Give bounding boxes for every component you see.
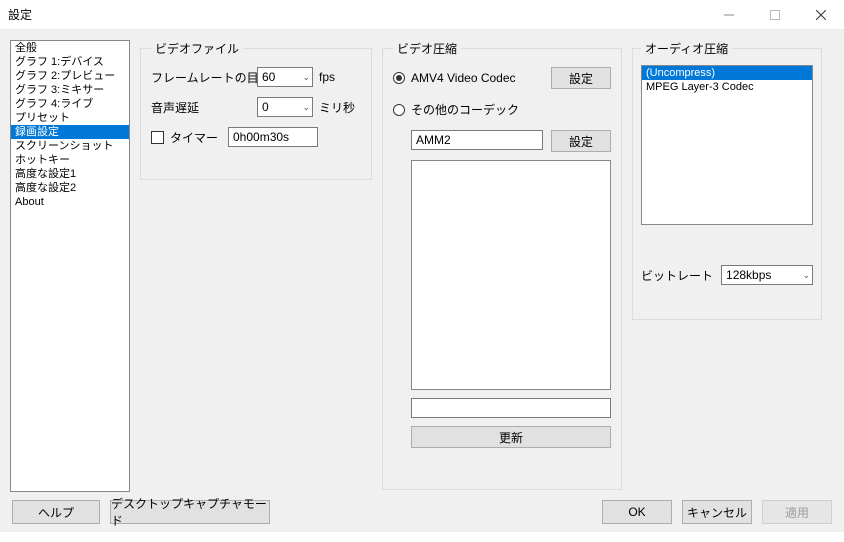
apply-button[interactable]: 適用 (762, 500, 832, 524)
chevron-down-icon: ⌄ (802, 270, 810, 281)
cancel-button[interactable]: キャンセル (682, 500, 752, 524)
sidebar-item-screenshot[interactable]: スクリーンショット (11, 139, 129, 153)
codec-option2-label: その他のコーデック (411, 101, 519, 118)
sidebar-item-graph3[interactable]: グラフ 3:ミキサー (11, 83, 129, 97)
codec-option1-radio[interactable] (393, 72, 405, 84)
sidebar-item-about[interactable]: About (11, 195, 129, 209)
video-compression-legend: ビデオ圧縮 (393, 40, 461, 57)
video-file-group: ビデオファイル フレームレートの目安 60 ⌄ fps 音声遅延 0 ⌄ ミリ秒 (140, 40, 372, 180)
sidebar-item-graph2[interactable]: グラフ 2:プレビュー (11, 69, 129, 83)
codec-listbox[interactable] (411, 160, 611, 390)
ok-button[interactable]: OK (602, 500, 672, 524)
codec-option1-label: AMV4 Video Codec (411, 71, 545, 85)
titlebar: 設定 (0, 0, 844, 30)
maximize-icon (770, 10, 780, 20)
framerate-combo[interactable]: 60 ⌄ (257, 67, 313, 87)
framerate-label: フレームレートの目安 (151, 69, 251, 86)
update-button[interactable]: 更新 (411, 426, 611, 448)
sidebar-item-recording[interactable]: 録画設定 (11, 125, 129, 139)
audio-delay-label: 音声遅延 (151, 99, 251, 116)
bitrate-value: 128kbps (726, 268, 771, 282)
codec-status-input[interactable] (411, 398, 611, 418)
chevron-down-icon: ⌄ (302, 102, 310, 113)
audio-delay-value: 0 (262, 100, 269, 114)
sidebar-item-graph4[interactable]: グラフ 4:ライブ (11, 97, 129, 111)
sidebar-item-advanced1[interactable]: 高度な設定1 (11, 167, 129, 181)
close-icon (816, 10, 826, 20)
video-compression-group: ビデオ圧縮 AMV4 Video Codec 設定 その他のコーデック AMM2… (382, 40, 622, 490)
codec-option1-settings-button[interactable]: 設定 (551, 67, 611, 89)
audio-codec-item[interactable]: (Uncompress) (642, 66, 812, 80)
audio-delay-combo[interactable]: 0 ⌄ (257, 97, 313, 117)
minimize-icon (724, 10, 734, 20)
bitrate-combo[interactable]: 128kbps ⌄ (721, 265, 813, 285)
help-button[interactable]: ヘルプ (12, 500, 100, 524)
close-button[interactable] (798, 0, 844, 30)
audio-compression-legend: オーディオ圧縮 (641, 40, 732, 57)
framerate-value: 60 (262, 70, 275, 84)
audio-delay-unit: ミリ秒 (319, 99, 355, 116)
sidebar-item-preset[interactable]: プリセット (11, 111, 129, 125)
category-list[interactable]: 全般 グラフ 1:デバイス グラフ 2:プレビュー グラフ 3:ミキサー グラフ… (10, 40, 130, 492)
desktop-capture-mode-button[interactable]: デスクトップキャプチャモード (110, 500, 270, 524)
audio-codec-listbox[interactable]: (Uncompress) MPEG Layer-3 Codec (641, 65, 813, 225)
window-title: 設定 (8, 6, 32, 23)
sidebar-item-hotkey[interactable]: ホットキー (11, 153, 129, 167)
sidebar-item-general[interactable]: 全般 (11, 41, 129, 55)
maximize-button[interactable] (752, 0, 798, 30)
sidebar-item-graph1[interactable]: グラフ 1:デバイス (11, 55, 129, 69)
sidebar-item-advanced2[interactable]: 高度な設定2 (11, 181, 129, 195)
minimize-button[interactable] (706, 0, 752, 30)
codec-option2-radio[interactable] (393, 104, 405, 116)
framerate-unit: fps (319, 70, 335, 84)
audio-codec-item[interactable]: MPEG Layer-3 Codec (642, 80, 812, 94)
video-file-legend: ビデオファイル (151, 40, 243, 57)
audio-compression-group: オーディオ圧縮 (Uncompress) MPEG Layer-3 Codec … (632, 40, 822, 320)
footer: ヘルプ デスクトップキャプチャモード OK キャンセル 適用 (0, 492, 844, 532)
codec-name-value: AMM2 (416, 133, 451, 147)
timer-input[interactable]: 0h00m30s (228, 127, 318, 147)
codec-option2-settings-button[interactable]: 設定 (551, 130, 611, 152)
codec-name-input[interactable]: AMM2 (411, 130, 543, 150)
bitrate-label: ビットレート (641, 267, 713, 284)
timer-value: 0h00m30s (233, 130, 289, 144)
timer-label: タイマー (170, 129, 222, 146)
timer-checkbox[interactable] (151, 131, 164, 144)
chevron-down-icon: ⌄ (302, 72, 310, 83)
